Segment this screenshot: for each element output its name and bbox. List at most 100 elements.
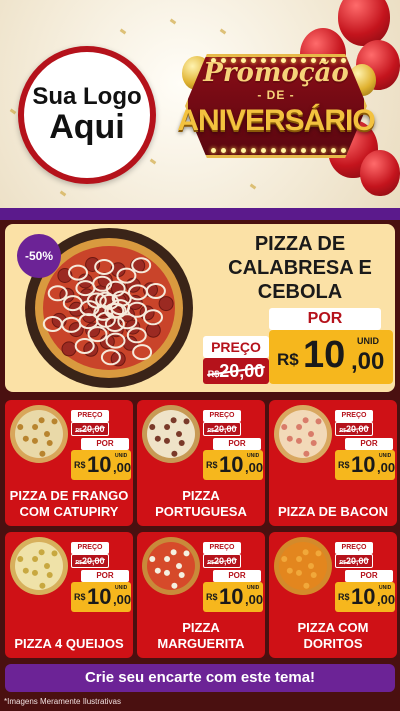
- price-label: PREÇO: [71, 542, 109, 554]
- price-unit: UNID: [247, 453, 260, 459]
- product-card[interactable]: PREÇO R$20,00 POR R$ 10 UNID ,00 PIZZA M…: [137, 532, 265, 658]
- price-decimal: ,00: [245, 460, 264, 475]
- product-card[interactable]: PREÇO R$20,00 POR R$ 10 UNID ,00 PIZZA D…: [5, 400, 133, 526]
- new-price: R$ 10 UNID ,00: [269, 330, 393, 384]
- por-label: POR: [213, 438, 261, 450]
- new-price: R$ 10 UNID ,00: [71, 582, 131, 612]
- price-currency: R$: [277, 350, 299, 369]
- product-name: PIZZA COM DORITOS: [297, 619, 369, 651]
- price-label: PREÇO: [71, 410, 109, 422]
- price-integer: 10: [219, 584, 244, 609]
- confetti-decoration: [219, 28, 227, 35]
- product-name: PIZZA 4 QUEIJOS: [14, 635, 124, 651]
- new-price: R$ 10 UNID ,00: [335, 582, 395, 612]
- light-bulb-icon: [271, 148, 276, 153]
- price-integer: 10: [219, 452, 244, 477]
- light-bulb-icon: [301, 148, 306, 153]
- product-card[interactable]: PREÇO R$20,00 POR R$ 10 UNID ,00 PIZZA 4…: [5, 532, 133, 658]
- cta-button[interactable]: Crie seu encarte com este tema!: [5, 664, 395, 692]
- promo-subtitle: - DE -: [257, 88, 295, 102]
- confetti-decoration: [249, 183, 257, 190]
- por-label: POR: [81, 438, 129, 450]
- product-name: PIZZA MARGUERITA: [157, 619, 245, 651]
- price-currency: R$: [206, 460, 218, 470]
- price-currency: R$: [74, 460, 86, 470]
- price-currency: R$: [74, 592, 86, 602]
- featured-title: PIZZA DE CALABRESA E CEBOLA: [228, 233, 372, 303]
- price-currency: R$: [338, 460, 350, 470]
- price-integer: 10: [303, 334, 346, 376]
- por-label: POR: [213, 570, 261, 582]
- price-decimal: ,00: [113, 460, 132, 475]
- price-unit: UNID: [379, 453, 392, 459]
- price-decimal: ,00: [113, 592, 132, 607]
- new-price: R$ 10 UNID ,00: [203, 582, 263, 612]
- price-integer: 10: [351, 584, 376, 609]
- por-label: POR: [269, 308, 381, 330]
- featured-product-card[interactable]: -50% PIZZA DE CALABRESA E CEBOLA POR PRE…: [5, 224, 395, 392]
- price-decimal: ,00: [245, 592, 264, 607]
- price-unit: UNID: [247, 585, 260, 591]
- por-label: POR: [345, 438, 393, 450]
- balloon-icon: [338, 0, 390, 46]
- price-integer: 10: [87, 584, 112, 609]
- old-price: R$20,00: [335, 422, 373, 436]
- price-label: PREÇO: [203, 410, 241, 422]
- light-bulb-icon: [221, 148, 226, 153]
- confetti-decoration: [149, 158, 157, 165]
- product-card[interactable]: PREÇO R$20,00 POR R$ 10 UNID ,00 PIZZA C…: [269, 532, 397, 658]
- price-currency: R$: [338, 592, 350, 602]
- light-bulb-icon: [321, 148, 326, 153]
- light-bulb-icon: [241, 148, 246, 153]
- price-decimal: ,00: [377, 592, 396, 607]
- price-decimal: ,00: [351, 348, 385, 375]
- disclaimer-footnote: *Imagens Meramente Ilustrativas: [4, 697, 121, 706]
- old-price: R$20,00: [335, 554, 373, 568]
- price-integer: 10: [87, 452, 112, 477]
- old-price: R$20,00: [71, 554, 109, 568]
- light-bulb-icon: [291, 148, 296, 153]
- logo-text-line1: Sua Logo: [32, 82, 142, 110]
- confetti-decoration: [119, 28, 127, 35]
- pizza-image: [274, 537, 332, 595]
- confetti-decoration: [169, 18, 177, 25]
- light-bulb-icon: [331, 148, 336, 153]
- product-card[interactable]: PREÇO R$20,00 POR R$ 10 UNID ,00 PIZZA D…: [269, 400, 397, 526]
- price-integer: 10: [351, 452, 376, 477]
- header-banner: Sua Logo Aqui Promoção - DE - ANIVERSÁRI…: [0, 0, 400, 208]
- price-unit: UNID: [115, 585, 128, 591]
- price-label: PREÇO: [203, 336, 269, 358]
- promo-title: Promoção: [203, 58, 349, 88]
- light-bulb-icon: [281, 148, 286, 153]
- old-price: R$20,00: [71, 422, 109, 436]
- promo-headline: ANIVERSÁRIO: [177, 104, 375, 137]
- light-bulb-icon: [311, 148, 316, 153]
- new-price: R$ 10 UNID ,00: [71, 450, 131, 480]
- confetti-decoration: [59, 190, 67, 197]
- old-price: R$20,00: [203, 554, 241, 568]
- confetti-decoration: [9, 108, 17, 115]
- product-card[interactable]: PREÇO R$20,00 POR R$ 10 UNID ,00 PIZZA P…: [137, 400, 265, 526]
- pizza-image: [274, 405, 332, 463]
- por-label: POR: [81, 570, 129, 582]
- old-price: R$20,00: [203, 358, 269, 384]
- logo-text-line2: Aqui: [49, 108, 125, 147]
- logo-placeholder: Sua Logo Aqui: [18, 46, 156, 184]
- light-bulb-icon: [261, 148, 266, 153]
- price-label: PREÇO: [203, 542, 241, 554]
- new-price: R$ 10 UNID ,00: [203, 450, 263, 480]
- price-unit: UNID: [379, 585, 392, 591]
- light-bulb-icon: [341, 148, 346, 153]
- product-name: PIZZA DE FRANGO COM CATUPIRY: [9, 487, 129, 519]
- price-label: PREÇO: [335, 410, 373, 422]
- promo-marquee: Promoção - DE - ANIVERSÁRIO: [165, 48, 387, 166]
- product-name: PIZZA DE BACON: [277, 503, 389, 519]
- price-unit: UNID: [357, 336, 379, 346]
- price-decimal: ,00: [377, 460, 396, 475]
- divider-band: [0, 208, 400, 220]
- light-bulb-icon: [251, 148, 256, 153]
- pizza-image: [10, 537, 68, 595]
- old-price: R$20,00: [203, 422, 241, 436]
- price-unit: UNID: [115, 453, 128, 459]
- por-label: POR: [345, 570, 393, 582]
